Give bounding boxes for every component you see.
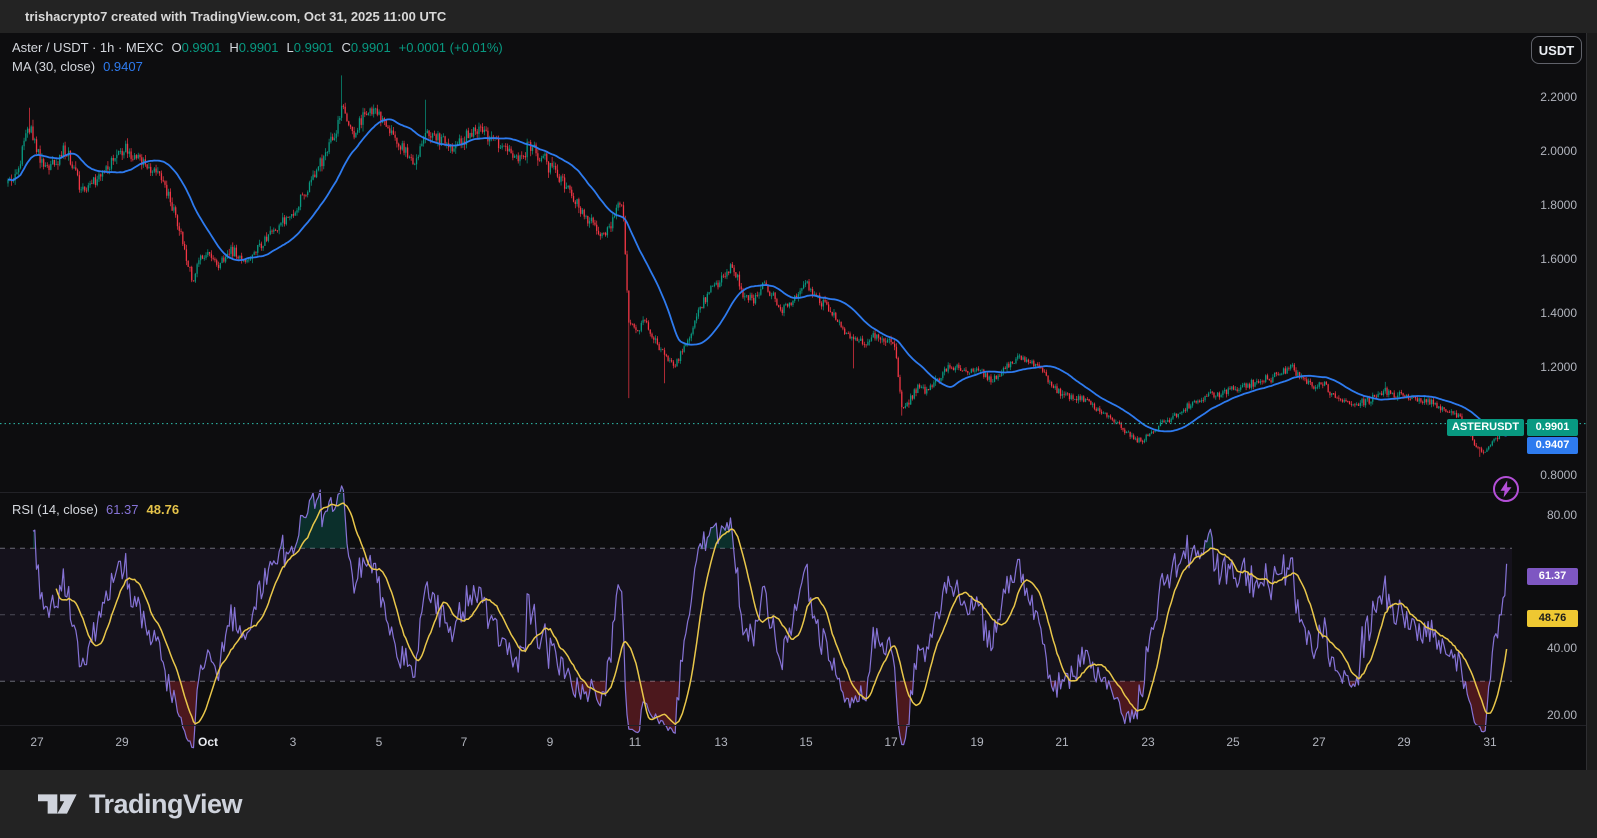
last-price-badge: 0.9901 bbox=[1527, 419, 1578, 436]
time-tick: 13 bbox=[714, 735, 727, 749]
time-tick: 7 bbox=[461, 735, 468, 749]
price-tick: 2.2000 bbox=[1540, 90, 1577, 104]
rsi-value-badge: 61.37 bbox=[1527, 568, 1578, 585]
price-tick: 1.2000 bbox=[1540, 360, 1577, 374]
time-tick: 5 bbox=[376, 735, 383, 749]
time-tick: 27 bbox=[30, 735, 43, 749]
rsi-label: RSI (14, close) bbox=[12, 502, 98, 517]
rsi-tick: 40.00 bbox=[1547, 641, 1577, 655]
time-tick: 17 bbox=[884, 735, 897, 749]
time-tick: 15 bbox=[799, 735, 812, 749]
time-tick: 11 bbox=[629, 735, 641, 749]
time-tick: 29 bbox=[115, 735, 128, 749]
time-tick: 9 bbox=[547, 735, 554, 749]
time-tick: 29 bbox=[1397, 735, 1410, 749]
symbol-price-label-badge: ASTERUSDT bbox=[1447, 419, 1524, 436]
rsi-tick: 20.00 bbox=[1547, 708, 1577, 722]
boost-button[interactable] bbox=[1491, 474, 1521, 504]
rsi-legend[interactable]: RSI (14, close) 61.37 48.76 bbox=[12, 502, 179, 517]
currency-toggle-button[interactable]: USDT bbox=[1531, 36, 1582, 64]
ohlc-close: C0.9901 bbox=[342, 40, 391, 55]
time-tick: 27 bbox=[1312, 735, 1325, 749]
time-axis[interactable]: 27 29 Oct 3 5 7 9 11 13 15 17 19 21 23 25 27 29 31 bbox=[0, 33, 1586, 770]
ma-price-badge: 0.9407 bbox=[1527, 437, 1578, 454]
ohlc-open: O0.9901 bbox=[171, 40, 221, 55]
price-tick: 2.0000 bbox=[1540, 144, 1577, 158]
rsi-ma-value-badge: 48.76 bbox=[1527, 610, 1578, 627]
right-margin bbox=[1587, 33, 1597, 770]
tradingview-logo-icon[interactable] bbox=[38, 790, 78, 818]
ohlc-high: H0.9901 bbox=[229, 40, 278, 55]
price-tick: 1.4000 bbox=[1540, 306, 1577, 320]
symbol-title: Aster / USDT · 1h · MEXC bbox=[12, 40, 163, 55]
chart-widget: Aster / USDT · 1h · MEXC O0.9901 H0.9901… bbox=[0, 33, 1587, 770]
time-tick: 3 bbox=[290, 735, 297, 749]
time-tick: 23 bbox=[1141, 735, 1154, 749]
lightning-icon bbox=[1501, 481, 1512, 498]
price-tick: 1.6000 bbox=[1540, 252, 1577, 266]
rsi-tick: 80.00 bbox=[1547, 508, 1577, 522]
symbol-legend[interactable]: Aster / USDT · 1h · MEXC O0.9901 H0.9901… bbox=[12, 40, 503, 55]
ma-label: MA (30, close) bbox=[12, 59, 95, 74]
rsi-value: 61.37 bbox=[106, 502, 139, 517]
time-tick: 25 bbox=[1226, 735, 1239, 749]
brand-wordmark[interactable]: TradingView bbox=[89, 789, 242, 820]
footer: TradingView bbox=[0, 770, 1597, 838]
time-tick: 19 bbox=[970, 735, 983, 749]
ma-legend[interactable]: MA (30, close) 0.9407 bbox=[12, 59, 143, 74]
rsi-ma-value: 48.76 bbox=[147, 502, 180, 517]
screenshot-root: trishacrypto7 created with TradingView.c… bbox=[0, 0, 1597, 838]
attribution-text: trishacrypto7 created with TradingView.c… bbox=[25, 9, 446, 24]
time-tick: 31 bbox=[1483, 735, 1496, 749]
ma-value: 0.9407 bbox=[103, 59, 143, 74]
price-tick: 1.8000 bbox=[1540, 198, 1577, 212]
pane-divider[interactable] bbox=[0, 492, 1586, 493]
timescale-divider bbox=[0, 725, 1586, 726]
price-change: +0.0001 (+0.01%) bbox=[399, 40, 503, 55]
attribution-bar: trishacrypto7 created with TradingView.c… bbox=[0, 0, 1597, 33]
price-tick: 0.8000 bbox=[1540, 468, 1577, 482]
time-tick: Oct bbox=[198, 735, 218, 749]
time-tick: 21 bbox=[1055, 735, 1068, 749]
ohlc-low: L0.9901 bbox=[287, 40, 334, 55]
